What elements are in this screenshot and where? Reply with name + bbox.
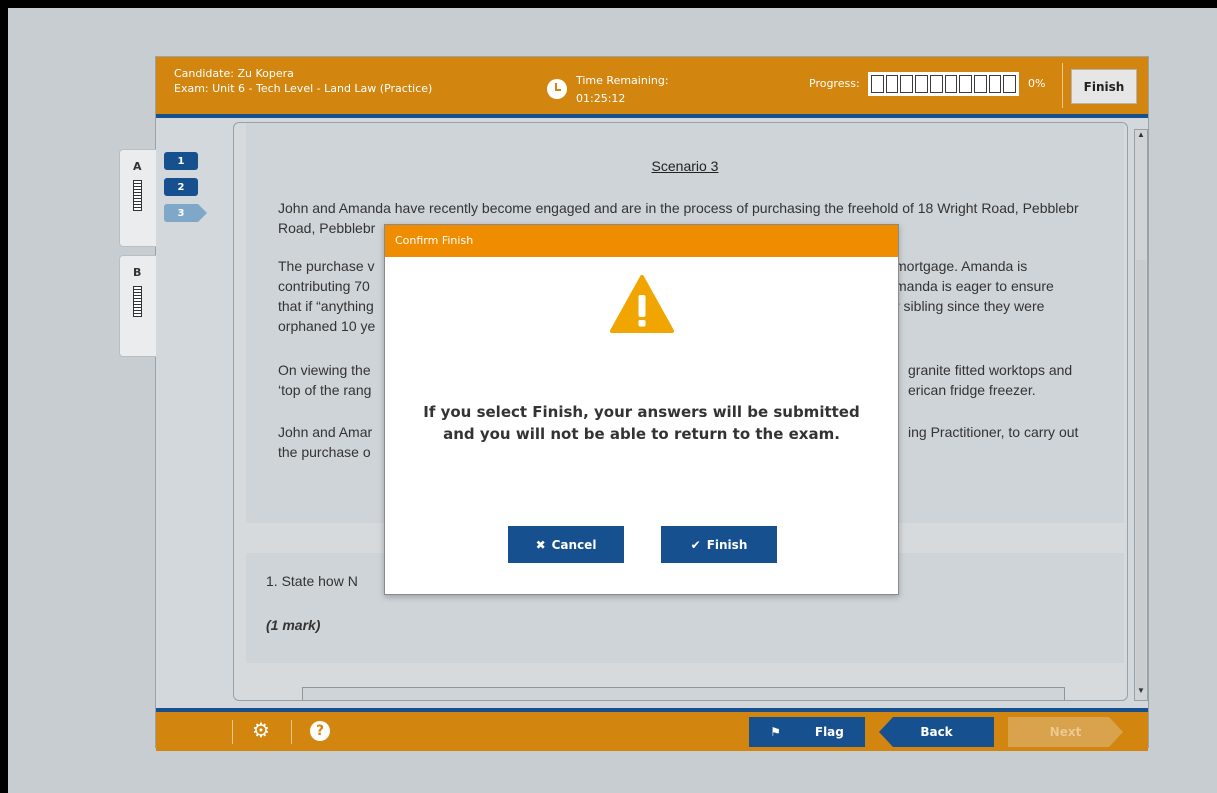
footer-bar: ⚙ ? ⚑ Flag Back Next [156,708,1148,751]
finish-label: Finish [706,537,748,552]
time-remaining-label: Time Remaining: [576,74,669,87]
scroll-up-icon[interactable]: ▲ [1135,130,1147,144]
exam-name: Exam: Unit 6 - Tech Level - Land Law (Pr… [174,82,433,95]
footer-divider [291,720,292,744]
gear-icon[interactable]: ⚙ [252,721,270,741]
cancel-label: Cancel [551,537,597,552]
section-progress-b [133,286,142,317]
close-icon: ✖ [535,537,546,552]
section-tab-b[interactable]: B [119,255,156,357]
answer-editor-toolbar[interactable] [302,687,1065,700]
checkmark-icon: ✔ [690,537,701,552]
question-marks: (1 mark) [266,617,321,633]
dialog-message-line-2: and you will not be able to return to th… [443,425,840,443]
flag-icon: ⚑ [770,725,781,739]
header-bar: Candidate: Zu Kopera Exam: Unit 6 - Tech… [156,57,1148,118]
section-label-b: B [133,266,142,279]
scenario-paragraph-4a-right: ing Practitioner, to carry out [908,424,1079,440]
scroll-thumb[interactable] [1136,260,1146,690]
dialog-message: If you select Finish, your answers will … [385,401,898,445]
question-nav-2[interactable]: 2 [164,178,198,196]
warning-icon [610,275,674,333]
header-divider [1062,63,1063,108]
footer-divider [232,720,233,744]
confirm-finish-button[interactable]: ✔ Finish [661,526,777,563]
time-remaining-value: 01:25:12 [576,92,626,105]
scenario-paragraph-2c-right: r sibling since they were [895,298,1045,314]
scenario-paragraph-3a-right: granite fitted worktops and [908,362,1073,378]
question-nav-3[interactable]: 3 [164,204,207,222]
scenario-paragraph-2a-right: mortgage. Amanda is [895,258,1028,274]
flag-label: Flag [814,725,844,739]
progress-label: Progress: [809,77,860,90]
scenario-title: Scenario 3 [651,158,719,174]
cancel-button[interactable]: ✖ Cancel [508,526,624,563]
section-progress-a [133,180,142,211]
back-button[interactable]: Back [879,717,994,747]
content-scrollbar[interactable]: ▲ ▼ [1134,129,1148,701]
section-label-a: A [133,160,142,173]
scenario-paragraph-1: John and Amanda have recently become eng… [278,200,1079,216]
next-button: Next [1008,717,1123,747]
confirm-finish-dialog: Confirm Finish If you select Finish, you… [384,224,899,595]
flag-button[interactable]: ⚑ Flag [749,717,865,747]
clock-icon [547,79,567,99]
question-nav-1[interactable]: 1 [164,152,198,170]
help-icon[interactable]: ? [310,721,330,741]
question-text: 1. State how N [266,573,358,589]
section-tab-a[interactable]: A [119,149,156,247]
dialog-message-line-1: If you select Finish, your answers will … [423,403,860,421]
scenario-paragraph-2b-right: manda is eager to ensure [895,278,1054,294]
candidate-name: Candidate: Zu Kopera [174,67,294,80]
finish-exam-button[interactable]: Finish [1071,69,1137,104]
scroll-down-icon[interactable]: ▼ [1135,686,1147,700]
progress-percent: 0% [1028,77,1046,90]
dialog-title: Confirm Finish [385,225,898,257]
scenario-paragraph-3b-right: erican fridge freezer. [908,382,1036,398]
candidate-info: Candidate: Zu Kopera Exam: Unit 6 - Tech… [174,66,432,96]
progress-bar [868,72,1019,96]
